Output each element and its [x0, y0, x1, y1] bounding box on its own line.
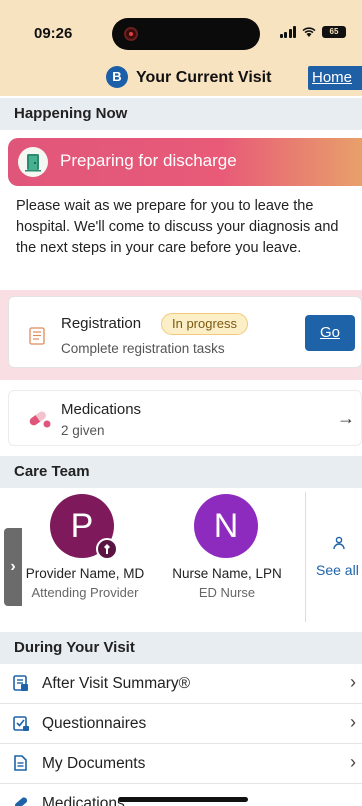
list-item-label: Medications [42, 795, 125, 806]
cellular-signal-icon [279, 26, 296, 38]
home-indicator[interactable] [118, 797, 248, 802]
list-item-my-documents[interactable]: My Documents › [0, 744, 362, 784]
form-icon [29, 327, 45, 350]
chevron-right-icon: › [350, 672, 356, 692]
page-title: Your Current Visit [136, 69, 272, 86]
during-visit-header: During Your Visit [0, 632, 362, 664]
arrow-right-icon: → [337, 408, 355, 428]
pill-icon [27, 409, 51, 434]
care-team-header: Care Team [0, 456, 362, 488]
chevron-right-icon: › [350, 752, 356, 772]
chevron-right-icon: › [350, 712, 356, 732]
provider-badge-icon [96, 538, 118, 560]
app-header: 09:26 65 B Your Current Visit Home [0, 0, 362, 96]
registration-subtitle: Complete registration tasks [61, 341, 225, 356]
discharge-status-text: Preparing for discharge [60, 151, 237, 170]
carousel-handle-icon[interactable]: › [4, 528, 22, 606]
discharge-description: Please wait as we prepare for you to lea… [16, 198, 339, 256]
registration-card[interactable]: Registration In progress Complete regist… [8, 296, 362, 368]
documents-icon [12, 754, 30, 777]
list-item-medications[interactable]: Medications [0, 784, 362, 806]
care-team-member-name: Provider Name, MD [25, 566, 145, 581]
go-button[interactable]: Go [305, 315, 355, 351]
camera-indicator-icon [124, 27, 138, 41]
pill-icon [12, 794, 30, 806]
avatar[interactable]: N [194, 494, 258, 558]
team-icon [331, 535, 347, 556]
list-item-after-visit-summary[interactable]: After Visit Summary® › [0, 664, 362, 704]
wifi-icon [302, 26, 316, 38]
list-item-questionnaires[interactable]: Questionnaires › [0, 704, 362, 744]
checklist-icon [12, 714, 30, 737]
list-item-label: My Documents [42, 755, 146, 772]
battery-icon: 65 [322, 26, 346, 38]
discharge-status-banner: Preparing for discharge [8, 138, 362, 186]
home-link[interactable]: Home [308, 66, 362, 90]
medications-subtitle: 2 given [61, 423, 105, 438]
hospital-badge-icon: B [106, 66, 128, 88]
medications-title: Medications [61, 401, 142, 418]
list-item-label: Questionnaires [42, 715, 147, 732]
happening-now-header: Happening Now [0, 98, 362, 130]
care-team-member-name: Nurse Name, LPN [172, 566, 282, 581]
dynamic-island [112, 18, 260, 50]
list-item-label: After Visit Summary® [42, 675, 191, 692]
visit-title-row: B Your Current Visit Home [0, 64, 362, 92]
status-badge: In progress [161, 313, 249, 335]
document-list-icon [12, 674, 30, 697]
registration-title: Registration [61, 315, 142, 332]
status-time: 09:26 [34, 25, 73, 42]
see-all-link[interactable]: See all [316, 562, 359, 578]
care-team-member-role: ED Nurse [198, 585, 256, 600]
care-team-divider [305, 492, 306, 622]
status-icons: 65 [279, 26, 346, 38]
medications-card[interactable]: Medications 2 given → [8, 390, 362, 446]
care-team-member-role: Attending Provider [31, 585, 139, 600]
door-icon [18, 147, 48, 177]
